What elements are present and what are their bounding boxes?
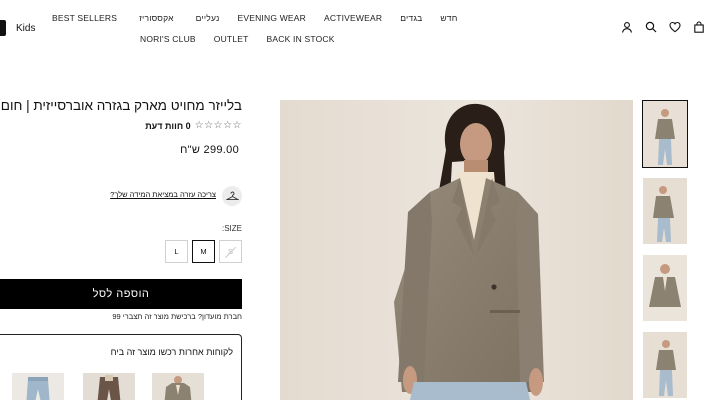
size-help-link[interactable]: צריכה עזרה במציאת המידה שלך? [110,190,216,199]
search-icon[interactable] [645,21,657,33]
nav-best-sellers[interactable]: BEST SELLERS [52,13,117,23]
also-bought-title: לקוחות אחרות רכשו מוצר זה ביח [110,347,233,357]
nav-accessories[interactable]: אקססוריז [139,13,174,23]
also-bought-section: לקוחות אחרות רכשו מוצר זה ביח [0,334,242,400]
rating-row[interactable]: ☆☆☆☆☆ 0 חוות דעת [145,120,242,131]
product-title: בלייזר מחויט מארק בגזרה אוברסייזית | חום… [0,98,242,113]
kids-link[interactable]: Kids [16,23,35,34]
kids-tab-marker [0,20,6,36]
gallery-thumbnail-4[interactable] [643,332,687,398]
main-product-image[interactable] [280,100,633,400]
size-option-s[interactable]: S [219,240,242,263]
also-bought-product-blazer[interactable] [152,373,204,400]
rating-stars: ☆☆☆☆☆ [194,120,242,131]
heart-icon[interactable] [669,21,681,33]
nav-outlet[interactable]: OUTLET [214,34,249,44]
hanger-icon [222,186,242,206]
size-label: SIZE: [221,224,242,233]
main-nav-row-1: BEST SELLERS אקססוריז נעליים EVENING WEA… [52,13,458,23]
nav-activewear[interactable]: ACTIVEWEAR [324,13,382,23]
size-option-l[interactable]: L [165,240,188,263]
nav-back-in-stock[interactable]: BACK IN STOCK [267,34,335,44]
nav-clothing[interactable]: בגדים [400,13,422,23]
bag-icon[interactable] [693,21,705,33]
also-bought-product-jeans[interactable] [12,373,64,400]
nav-shoes[interactable]: נעליים [196,13,220,23]
nav-noris-club[interactable]: NORI'S CLUB [140,34,196,44]
also-bought-product-pants[interactable] [83,373,135,400]
nav-evening-wear[interactable]: EVENING WEAR [237,13,306,23]
nav-new[interactable]: חדש [440,13,457,23]
gallery-thumbnail-2[interactable] [643,178,687,244]
gallery-thumbnail-3[interactable] [643,255,687,321]
header-actions [621,21,705,33]
site-header: Kids BEST SELLERS אקססוריז נעליים EVENIN… [0,0,711,58]
size-selector: L M S [165,240,242,263]
member-points-note: חברת מועדון? ברכישת מוצר זה תצברי 99 [112,312,242,321]
user-icon[interactable] [621,21,633,33]
gallery-thumbnail-1[interactable] [642,100,688,168]
main-nav-row-2: NORI'S CLUB OUTLET BACK IN STOCK [140,34,335,44]
reviews-count[interactable]: 0 חוות דעת [145,121,190,131]
add-to-cart-button[interactable]: הוספה לסל [0,279,242,309]
size-option-m[interactable]: M [192,240,215,263]
product-price: 299.00 ש"ח [180,144,239,156]
